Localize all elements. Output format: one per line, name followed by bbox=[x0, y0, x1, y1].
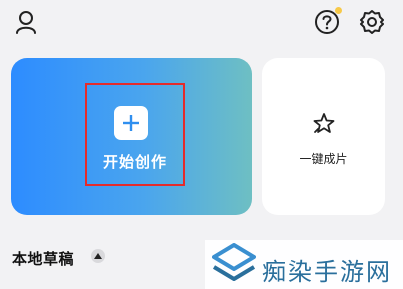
watermark-logo-icon bbox=[212, 243, 256, 281]
caret-up-icon bbox=[94, 253, 102, 259]
plus-icon bbox=[114, 106, 148, 140]
sparkle-star-icon bbox=[313, 113, 335, 133]
start-create-label: 开始创作 bbox=[102, 153, 167, 171]
watermark-text: 痴染手游网 bbox=[262, 258, 392, 286]
gear-icon bbox=[360, 10, 384, 34]
settings-button[interactable] bbox=[355, 6, 389, 38]
user-icon bbox=[16, 11, 36, 34]
notification-badge bbox=[335, 7, 342, 14]
one-click-label: 一键成片 bbox=[299, 152, 348, 166]
profile-button[interactable] bbox=[10, 6, 42, 38]
drafts-toggle-button[interactable] bbox=[91, 249, 105, 263]
drafts-title: 本地草稿 bbox=[12, 250, 75, 268]
one-click-card[interactable] bbox=[262, 58, 385, 215]
